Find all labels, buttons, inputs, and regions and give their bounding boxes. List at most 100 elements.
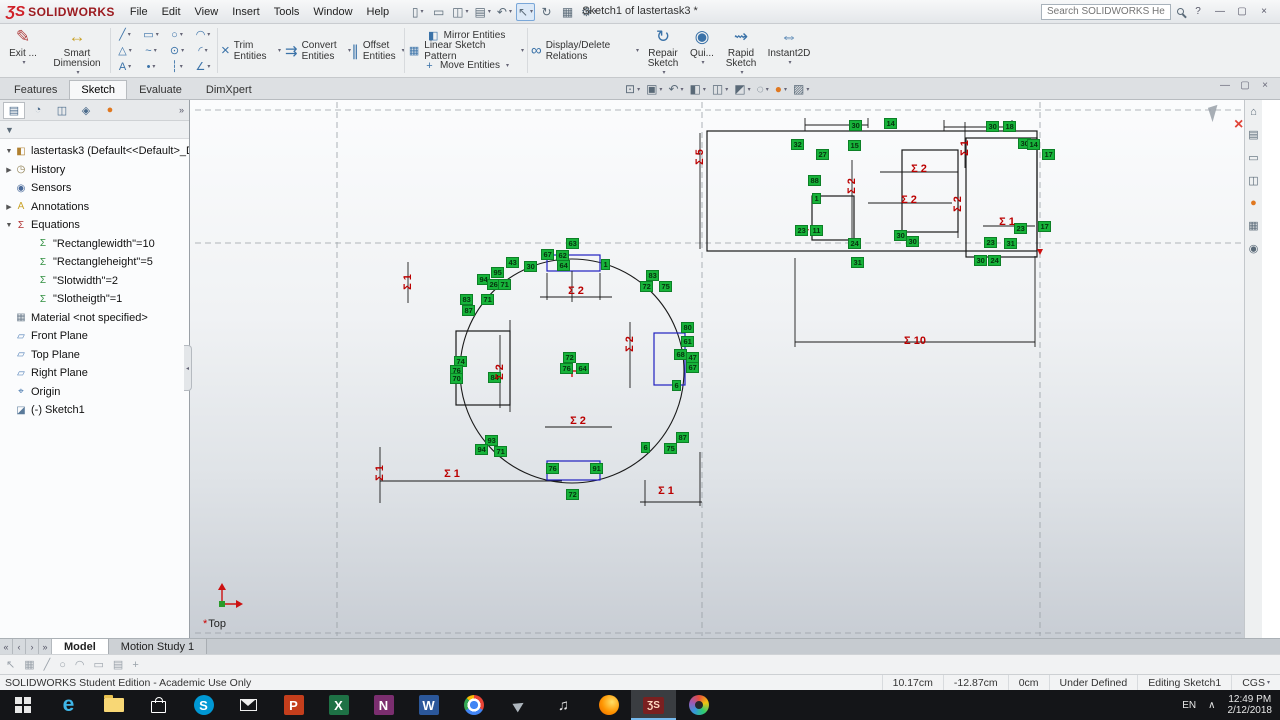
sb-grid-icon[interactable]: ▦	[24, 658, 34, 671]
relation-badge[interactable]: 71	[498, 279, 512, 290]
restore-button[interactable]: ▢	[1234, 5, 1250, 19]
new-document-icon[interactable]: ▯ ▾	[408, 3, 427, 21]
relation-badge[interactable]: 1	[601, 259, 611, 270]
menu-window[interactable]: Window	[306, 3, 359, 21]
cancel-sketch-icon[interactable]: ×	[1234, 116, 1243, 134]
search-icon[interactable]	[1177, 8, 1184, 15]
repair-sketch-button[interactable]: ↻ Repair Sketch ▾	[641, 24, 685, 77]
tree-item-history[interactable]: ▶ ◷ History	[0, 161, 189, 180]
menu-insert[interactable]: Insert	[225, 3, 267, 21]
solidworks-resources-icon[interactable]: ⌂	[1250, 106, 1257, 118]
sketch-fillet-tool-icon[interactable]: ◜ ▾	[190, 43, 216, 59]
relation-badge[interactable]: 17	[1042, 149, 1056, 160]
relation-badge[interactable]: 27	[816, 149, 830, 160]
tree-item-right-plane[interactable]: ▱ Right Plane	[0, 364, 189, 383]
relation-badge[interactable]: 31	[851, 257, 865, 268]
sheet-nav-2[interactable]: ›	[26, 639, 39, 654]
status-item-3[interactable]: Under Defined	[1048, 675, 1138, 690]
dimension-label[interactable]: Σ 10	[904, 335, 926, 347]
offset-entities-button[interactable]: ∥Offset Entities▾	[351, 24, 404, 77]
menu-tools[interactable]: Tools	[267, 3, 307, 21]
sheet-nav-1[interactable]: ‹	[13, 639, 26, 654]
relation-badge[interactable]: 95	[491, 267, 505, 278]
filter-icon[interactable]: ▼	[5, 125, 14, 135]
taskbar-edge-icon[interactable]: e	[46, 690, 91, 720]
rapid-sketch-button[interactable]: ⇝ Rapid Sketch ▾	[719, 24, 763, 77]
file-explorer-pane-icon[interactable]: ▭	[1248, 151, 1258, 164]
tree-item-equations[interactable]: ▼ Σ Equations	[0, 216, 189, 235]
print-document-icon[interactable]: ▤ ▾	[473, 3, 493, 21]
panel-overflow-icon[interactable]: »	[179, 105, 186, 115]
relation-badge[interactable]: 30	[986, 121, 1000, 132]
design-library-icon[interactable]: ▤	[1248, 128, 1258, 141]
dimension-label[interactable]: Σ 2	[568, 285, 584, 297]
relation-badge[interactable]: 43	[506, 257, 520, 268]
smart-dimension-button[interactable]: ↔ Smart Dimension ▾	[45, 24, 109, 77]
dimension-label[interactable]: Σ 5	[694, 149, 706, 165]
language-indicator[interactable]: EN	[1182, 700, 1196, 711]
dimension-label[interactable]: Σ 2	[901, 194, 917, 206]
tree-item-equation[interactable]: Σ "Slotheigth"=1	[0, 290, 189, 309]
instant2d-button[interactable]: ⇔ Instant2D ▾	[763, 24, 815, 77]
point-tool-icon[interactable]: • ▾	[138, 59, 164, 75]
relation-badge[interactable]: 31	[1004, 238, 1018, 249]
dimension-label[interactable]: Σ 2	[911, 163, 927, 175]
relation-badge[interactable]: 63	[566, 238, 580, 249]
relation-badge[interactable]: 76	[560, 363, 574, 374]
relation-badge[interactable]: 91	[590, 463, 604, 474]
dimension-label[interactable]: Σ 2	[952, 196, 964, 212]
taskbar-skype-icon[interactable]: S	[181, 690, 226, 720]
tree-expand-icon[interactable]: ▼	[4, 222, 14, 229]
dimension-label[interactable]: Σ 2	[570, 415, 586, 427]
dimension-label[interactable]: Σ 1	[444, 468, 460, 480]
relation-badge[interactable]: 71	[481, 294, 495, 305]
menu-edit[interactable]: Edit	[155, 3, 188, 21]
tree-filter[interactable]: ▼	[0, 121, 189, 139]
relation-badge[interactable]: 72	[563, 352, 577, 363]
relation-badge[interactable]: 75	[659, 281, 673, 292]
tree-expand-icon[interactable]: ▶	[4, 166, 14, 174]
select-icon[interactable]: ↖ ▾	[515, 2, 536, 21]
tree-item-front-plane[interactable]: ▱ Front Plane	[0, 327, 189, 346]
undo-icon[interactable]: ↶ ▾	[495, 3, 514, 21]
tree-item-equation[interactable]: Σ "Slotwidth"=2	[0, 272, 189, 291]
taskbar-groove-music-icon[interactable]: ♫	[541, 690, 586, 720]
tree-item-annotations[interactable]: ▶ A Annotations	[0, 198, 189, 217]
dimension-label[interactable]: Σ 2	[494, 364, 506, 380]
taskbar-powerpoint-icon[interactable]: P	[271, 690, 316, 720]
spline-tool-icon[interactable]: ~ ▾	[138, 43, 164, 59]
tab-dimxpert[interactable]: DimXpert	[194, 80, 264, 99]
relation-badge[interactable]: 15	[848, 140, 862, 151]
open-document-icon[interactable]: ▭	[429, 3, 448, 21]
menu-view[interactable]: View	[188, 3, 226, 21]
taskbar-word-icon[interactable]: W	[406, 690, 451, 720]
relation-badge[interactable]: 88	[808, 175, 822, 186]
relation-badge[interactable]: 14	[1027, 139, 1041, 150]
taskbar-paper-plane-mail-icon[interactable]: ▶	[496, 690, 541, 720]
display-delete-relations-button[interactable]: ∞ Display/Delete Relations ▾	[529, 24, 641, 77]
text-tool-icon[interactable]: A ▾	[112, 59, 138, 75]
taskbar-mail-icon[interactable]	[226, 690, 271, 720]
taskbar-chrome-icon[interactable]	[451, 690, 496, 720]
relation-badge[interactable]: 76	[546, 463, 560, 474]
sb-rectangle-icon[interactable]: ▭	[94, 658, 104, 671]
tab-sketch[interactable]: Sketch	[69, 80, 128, 99]
doc-close-button[interactable]: ×	[1258, 80, 1272, 91]
move-entities-button[interactable]: + Move Entities ▾	[423, 59, 509, 72]
centerpoint-arc-tool-icon[interactable]: ◠ ▾	[190, 27, 216, 43]
solidworks-forum-icon[interactable]: ◉	[1249, 242, 1259, 255]
menu-file[interactable]: File	[123, 3, 155, 21]
relation-badge[interactable]: 87	[676, 432, 690, 443]
hide-show-items-icon[interactable]: ◌ ▾	[754, 82, 772, 96]
custom-properties-icon[interactable]: ▦	[1248, 219, 1258, 232]
relation-badge[interactable]: 94	[475, 444, 489, 455]
menu-help[interactable]: Help	[360, 3, 397, 21]
quick-snaps-button[interactable]: ◉ Qui... ▾	[685, 24, 719, 77]
tray-expand-icon[interactable]: ∧	[1208, 700, 1215, 711]
tree-expand-icon[interactable]: ▶	[4, 203, 14, 211]
minimize-button[interactable]: —	[1212, 5, 1228, 19]
tree-item-equation[interactable]: Σ "Rectangleheight"=5	[0, 253, 189, 272]
sb-pattern-icon[interactable]: ▤	[113, 658, 123, 671]
relation-badge[interactable]: 17	[1038, 221, 1052, 232]
sketch-chamfer-tool-icon[interactable]: ∠ ▾	[190, 59, 216, 75]
